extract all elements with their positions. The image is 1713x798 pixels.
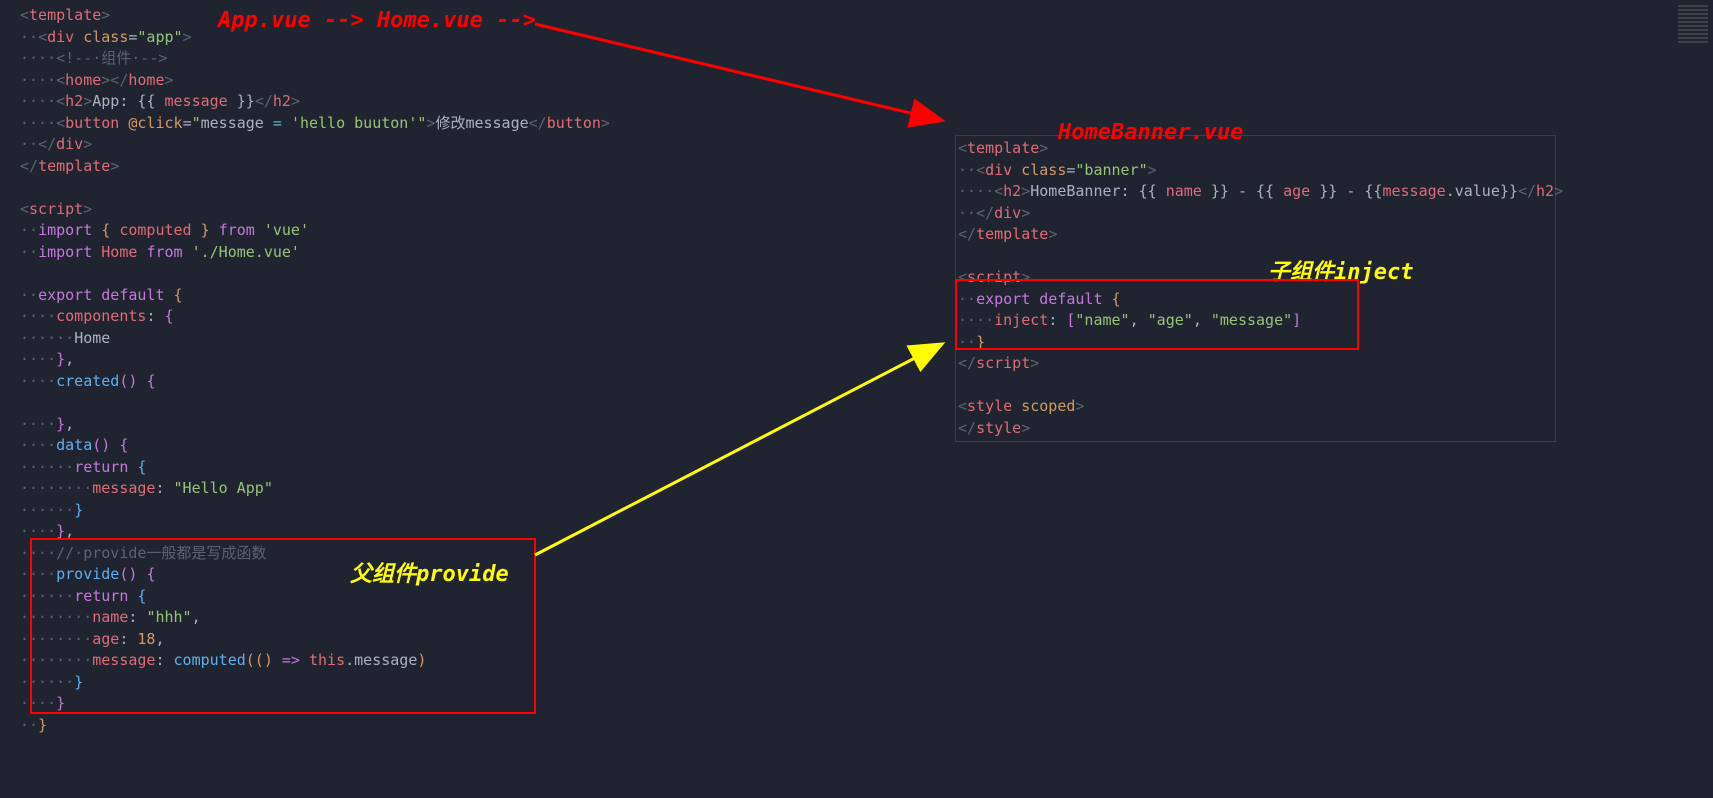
minimap[interactable] [1678,5,1708,65]
label-home-banner: HomeBanner.vue [1058,120,1243,145]
highlight-box-provide [30,538,536,714]
label-app-home: App.vue --> Home.vue --> [218,8,536,33]
highlight-box-inject [955,279,1359,350]
